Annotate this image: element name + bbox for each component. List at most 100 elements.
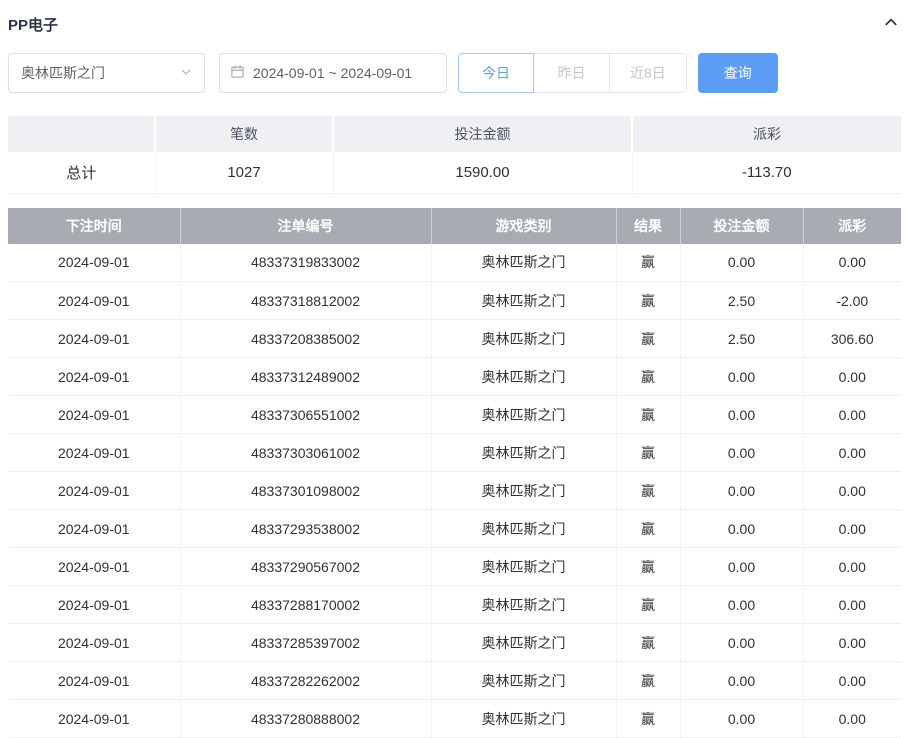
cell-result: 赢 bbox=[616, 281, 681, 320]
panel-title: PP电子 bbox=[8, 16, 59, 34]
cell-result: 赢 bbox=[616, 547, 681, 586]
table-row: 2024-09-01 48337293538002 奥林匹斯之门 赢 0.00 … bbox=[8, 509, 901, 548]
chevron-up-icon bbox=[883, 14, 899, 35]
cell-game: 奥林匹斯之门 bbox=[431, 357, 617, 396]
table-row: 2024-09-01 48337312489002 奥林匹斯之门 赢 0.00 … bbox=[8, 357, 901, 396]
cell-order-id: 48337306551002 bbox=[180, 395, 432, 434]
cell-result: 赢 bbox=[616, 433, 681, 472]
cell-payout: 0.00 bbox=[803, 699, 901, 738]
summary-header-payout: 派彩 bbox=[632, 116, 901, 152]
cell-bet: 0.00 bbox=[680, 661, 804, 700]
cell-game: 奥林匹斯之门 bbox=[431, 547, 617, 586]
records-header-bet: 投注金额 bbox=[680, 207, 804, 244]
cell-time: 2024-09-01 bbox=[8, 661, 181, 700]
cell-order-id: 48337280888002 bbox=[180, 699, 432, 738]
cell-payout: 0.00 bbox=[803, 357, 901, 396]
cell-bet: 2.50 bbox=[680, 319, 804, 358]
collapse-button[interactable] bbox=[881, 12, 901, 37]
summary-header-row: 笔数 投注金额 派彩 bbox=[8, 116, 901, 152]
cell-time: 2024-09-01 bbox=[8, 623, 181, 662]
cell-payout: 0.00 bbox=[803, 395, 901, 434]
summary-total-count: 1027 bbox=[155, 152, 334, 194]
cell-time: 2024-09-01 bbox=[8, 509, 181, 548]
cell-bet: 0.00 bbox=[680, 585, 804, 624]
cell-result: 赢 bbox=[616, 661, 681, 700]
quick-range-button-1[interactable]: 昨日 bbox=[534, 52, 610, 93]
table-row: 2024-09-01 48337282262002 奥林匹斯之门 赢 0.00 … bbox=[8, 661, 901, 700]
pp-electronic-panel: PP电子 奥林匹斯之门 2024-09-01 ~ 2024-09-01 今日 昨日… bbox=[0, 0, 909, 738]
summary-total-label: 总计 bbox=[8, 152, 156, 194]
cell-order-id: 48337285397002 bbox=[180, 623, 432, 662]
cell-result: 赢 bbox=[616, 395, 681, 434]
cell-payout: 0.00 bbox=[803, 471, 901, 510]
cell-payout: -2.00 bbox=[803, 281, 901, 320]
table-row: 2024-09-01 48337306551002 奥林匹斯之门 赢 0.00 … bbox=[8, 395, 901, 434]
cell-game: 奥林匹斯之门 bbox=[431, 699, 617, 738]
cell-game: 奥林匹斯之门 bbox=[431, 623, 617, 662]
cell-time: 2024-09-01 bbox=[8, 319, 181, 358]
cell-result: 赢 bbox=[616, 243, 681, 282]
cell-result: 赢 bbox=[616, 319, 681, 358]
records-header-game: 游戏类别 bbox=[431, 207, 617, 244]
date-range-picker[interactable]: 2024-09-01 ~ 2024-09-01 bbox=[219, 52, 447, 93]
cell-order-id: 48337301098002 bbox=[180, 471, 432, 510]
cell-game: 奥林匹斯之门 bbox=[431, 281, 617, 320]
cell-game: 奥林匹斯之门 bbox=[431, 585, 617, 624]
cell-result: 赢 bbox=[616, 585, 681, 624]
cell-result: 赢 bbox=[616, 509, 681, 548]
cell-payout: 0.00 bbox=[803, 585, 901, 624]
table-row: 2024-09-01 48337285397002 奥林匹斯之门 赢 0.00 … bbox=[8, 623, 901, 662]
cell-game: 奥林匹斯之门 bbox=[431, 243, 617, 282]
cell-order-id: 48337312489002 bbox=[180, 357, 432, 396]
summary-table: 笔数 投注金额 派彩 总计 1027 1590.00 -113.70 bbox=[8, 116, 901, 194]
cell-bet: 0.00 bbox=[680, 623, 804, 662]
cell-bet: 0.00 bbox=[680, 433, 804, 472]
game-select[interactable]: 奥林匹斯之门 bbox=[8, 52, 205, 93]
records-header-time: 下注时间 bbox=[8, 207, 181, 244]
quick-range-button-2[interactable]: 近8日 bbox=[610, 52, 687, 93]
table-row: 2024-09-01 48337301098002 奥林匹斯之门 赢 0.00 … bbox=[8, 471, 901, 510]
summary-header-empty bbox=[8, 116, 156, 152]
cell-result: 赢 bbox=[616, 357, 681, 396]
cell-bet: 0.00 bbox=[680, 357, 804, 396]
filter-toolbar: 奥林匹斯之门 2024-09-01 ~ 2024-09-01 今日 昨日 近8日 查… bbox=[8, 52, 901, 93]
cell-game: 奥林匹斯之门 bbox=[431, 509, 617, 548]
cell-bet: 0.00 bbox=[680, 547, 804, 586]
cell-time: 2024-09-01 bbox=[8, 357, 181, 396]
cell-bet: 0.00 bbox=[680, 395, 804, 434]
quick-range-button-0[interactable]: 今日 bbox=[458, 52, 534, 93]
records-header-result: 结果 bbox=[616, 207, 681, 244]
cell-time: 2024-09-01 bbox=[8, 281, 181, 320]
summary-total-payout: -113.70 bbox=[632, 152, 901, 194]
cell-payout: 0.00 bbox=[803, 509, 901, 548]
cell-payout: 0.00 bbox=[803, 433, 901, 472]
cell-payout: 306.60 bbox=[803, 319, 901, 358]
table-row: 2024-09-01 48337208385002 奥林匹斯之门 赢 2.50 … bbox=[8, 319, 901, 358]
cell-bet: 0.00 bbox=[680, 243, 804, 282]
cell-time: 2024-09-01 bbox=[8, 433, 181, 472]
cell-game: 奥林匹斯之门 bbox=[431, 471, 617, 510]
records-table: 下注时间 注单编号 游戏类别 结果 投注金额 派彩 2024-09-01 483… bbox=[8, 207, 901, 738]
table-row: 2024-09-01 48337319833002 奥林匹斯之门 赢 0.00 … bbox=[8, 243, 901, 282]
date-range-value: 2024-09-01 ~ 2024-09-01 bbox=[253, 64, 413, 81]
cell-payout: 0.00 bbox=[803, 623, 901, 662]
cell-time: 2024-09-01 bbox=[8, 585, 181, 624]
calendar-icon bbox=[230, 64, 245, 82]
query-button[interactable]: 查询 bbox=[697, 52, 778, 93]
records-table-body: 2024-09-01 48337319833002 奥林匹斯之门 赢 0.00 … bbox=[8, 243, 901, 738]
table-row: 2024-09-01 48337288170002 奥林匹斯之门 赢 0.00 … bbox=[8, 585, 901, 624]
cell-game: 奥林匹斯之门 bbox=[431, 319, 617, 358]
cell-order-id: 48337290567002 bbox=[180, 547, 432, 586]
cell-order-id: 48337303061002 bbox=[180, 433, 432, 472]
cell-bet: 0.00 bbox=[680, 471, 804, 510]
game-select-value: 奥林匹斯之门 bbox=[21, 64, 105, 81]
table-row: 2024-09-01 48337318812002 奥林匹斯之门 赢 2.50 … bbox=[8, 281, 901, 320]
table-row: 2024-09-01 48337303061002 奥林匹斯之门 赢 0.00 … bbox=[8, 433, 901, 472]
cell-payout: 0.00 bbox=[803, 661, 901, 700]
panel-header: PP电子 bbox=[8, 0, 901, 40]
cell-result: 赢 bbox=[616, 471, 681, 510]
quick-range-group: 今日 昨日 近8日 bbox=[458, 52, 687, 93]
records-header-payout: 派彩 bbox=[803, 207, 901, 244]
cell-payout: 0.00 bbox=[803, 547, 901, 586]
cell-result: 赢 bbox=[616, 699, 681, 738]
